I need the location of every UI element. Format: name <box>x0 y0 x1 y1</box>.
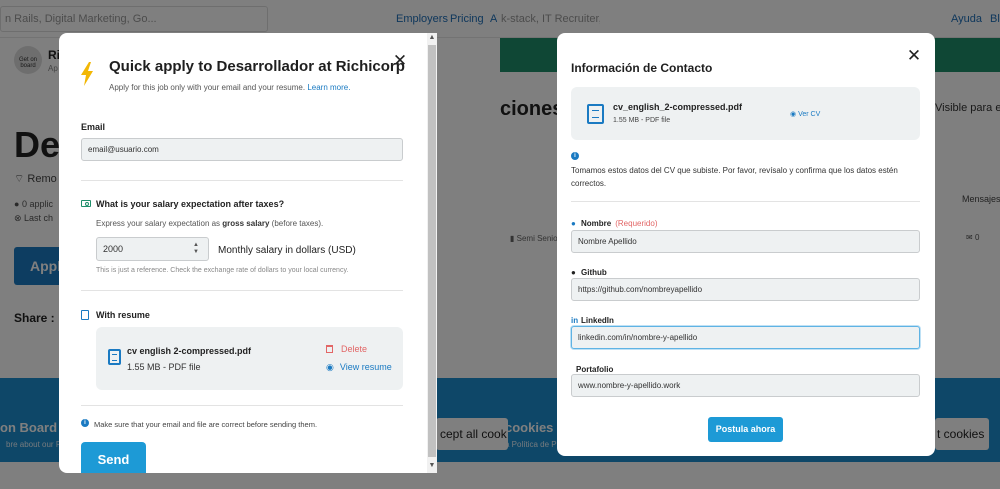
salary-reference: This is just a reference. Check the exch… <box>96 267 349 274</box>
divider <box>81 290 403 291</box>
salary-label: What is your salary expectation after ta… <box>96 199 285 209</box>
cv-card: cv_english_2-compressed.pdf 1.55 MB - PD… <box>571 87 920 140</box>
contact-info-modal: Información de Contacto ✕ cv_english_2-c… <box>557 33 935 456</box>
email-field[interactable] <box>81 138 403 161</box>
apply-now-button[interactable]: Postula ahora <box>708 417 783 442</box>
salary-help: Express your salary expectation as gross… <box>96 219 324 228</box>
modal-subtitle: Apply for this job only with your email … <box>109 83 351 92</box>
scrollbar-thumb[interactable] <box>428 45 436 457</box>
name-field[interactable] <box>571 230 920 253</box>
cv-file-size: 1.55 MB - PDF file <box>613 117 671 124</box>
divider <box>571 201 920 202</box>
file-size: 1.55 MB - PDF file <box>127 362 201 372</box>
document-icon <box>81 310 89 320</box>
modal-title: Quick apply to Desarrollador at Richicor… <box>109 58 405 75</box>
info-icon: i <box>81 419 89 427</box>
info-icon: i <box>571 152 579 160</box>
quick-apply-modal: Quick apply to Desarrollador at Richicor… <box>59 33 437 473</box>
view-resume-button[interactable]: ◉ View resume <box>326 362 392 373</box>
modal-title: Información de Contacto <box>571 61 713 75</box>
view-cv-link[interactable]: ◉ Ver CV <box>790 110 820 118</box>
file-icon <box>108 349 121 365</box>
linkedin-icon: in <box>571 316 579 325</box>
linkedin-field[interactable] <box>571 326 920 349</box>
delete-resume-button[interactable]: Delete <box>326 344 367 354</box>
cv-file-name: cv_english_2-compressed.pdf <box>613 102 743 112</box>
resume-label: With resume <box>96 310 150 320</box>
learn-more-link[interactable]: Learn more. <box>307 83 350 92</box>
scrollbar[interactable]: ▲ ▼ <box>427 33 437 473</box>
resume-card: cv english 2-compressed.pdf 1.55 MB - PD… <box>96 327 403 390</box>
money-icon <box>81 200 91 207</box>
salary-unit-label: Monthly salary in dollars (USD) <box>218 245 356 256</box>
linkedin-label: in LinkedIn <box>571 316 614 325</box>
file-icon <box>587 104 604 124</box>
scroll-up-icon[interactable]: ▲ <box>428 34 436 41</box>
name-label: ● Nombre (Requerido) <box>571 219 658 228</box>
close-icon[interactable]: ✕ <box>392 52 408 69</box>
github-icon: ● <box>571 268 576 277</box>
divider <box>81 405 403 406</box>
email-label: Email <box>81 122 106 132</box>
divider <box>81 180 403 181</box>
trash-icon <box>326 345 333 353</box>
scroll-down-icon[interactable]: ▼ <box>428 462 436 469</box>
file-name: cv english 2-compressed.pdf <box>127 346 252 356</box>
required-label: (Requerido) <box>615 219 658 228</box>
github-field[interactable] <box>571 278 920 301</box>
close-icon[interactable]: ✕ <box>906 47 922 64</box>
eye-icon: ◉ <box>326 362 334 372</box>
confirm-note: Make sure that your email and file are c… <box>94 420 318 429</box>
portfolio-field[interactable] <box>571 374 920 397</box>
number-spinner-icon[interactable]: ▲ ▼ <box>192 242 200 256</box>
lightning-icon <box>81 62 93 86</box>
info-text: Tomamos estos datos del CV que subiste. … <box>571 166 898 188</box>
user-icon: ● <box>571 219 576 228</box>
eye-icon: ◉ <box>790 111 799 118</box>
send-button[interactable]: Send <box>81 442 146 473</box>
portfolio-label: Portafolio <box>576 365 614 374</box>
github-label: ● Github <box>571 268 607 277</box>
